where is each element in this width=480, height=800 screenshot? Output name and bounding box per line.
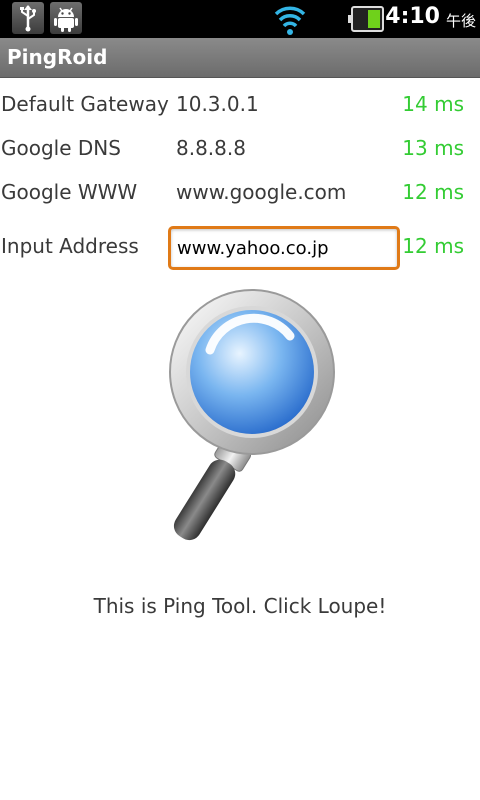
row-ping-time: 12 ms [402, 180, 464, 204]
app-title-bar: PingRoid [0, 38, 480, 78]
row-label: Google DNS [1, 136, 121, 160]
status-bar: 4:10 午後 [0, 0, 480, 38]
usb-icon [12, 2, 44, 34]
row-address: 8.8.8.8 [176, 136, 246, 160]
input-ping-time: 12 ms [402, 234, 464, 258]
magnifier-icon [169, 289, 335, 541]
row-address: 10.3.0.1 [176, 92, 259, 116]
row-label: Google WWW [1, 180, 138, 204]
battery-icon [348, 6, 384, 32]
row-ping-time: 13 ms [402, 136, 464, 160]
row-label: Default Gateway [1, 92, 169, 116]
row-ping-time: 14 ms [402, 92, 464, 116]
wifi-icon [272, 2, 308, 36]
ping-row-default-gateway: Default Gateway 10.3.0.1 14 ms [0, 84, 480, 128]
android-debug-icon [50, 2, 82, 34]
row-address: www.google.com [176, 180, 347, 204]
clock-time: 4:10 [385, 4, 440, 29]
address-input[interactable] [168, 226, 400, 270]
input-address-label: Input Address [1, 234, 139, 258]
hint-caption: This is Ping Tool. Click Loupe! [93, 594, 387, 618]
loupe-button[interactable] [140, 288, 340, 552]
ping-row-google-dns: Google DNS 8.8.8.8 13 ms [0, 128, 480, 172]
ping-row-google-www: Google WWW www.google.com 12 ms [0, 172, 480, 216]
app-title: PingRoid [7, 45, 108, 69]
clock-ampm: 午後 [445, 12, 476, 30]
